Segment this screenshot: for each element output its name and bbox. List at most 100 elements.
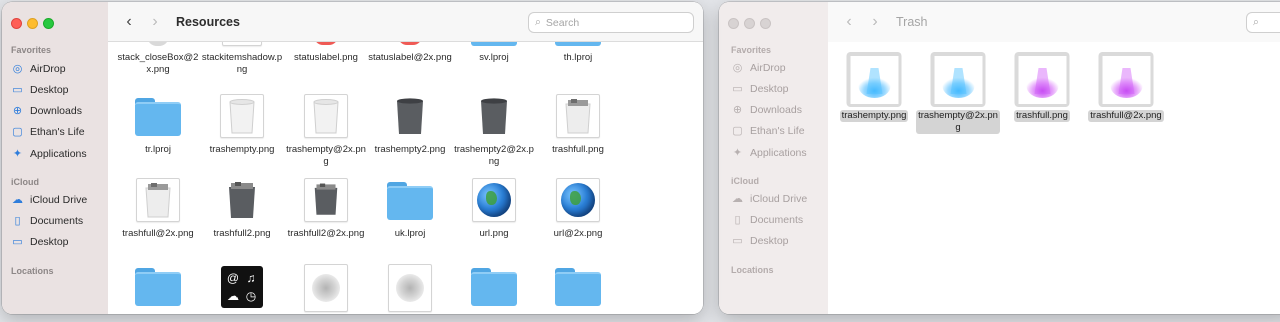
- file-browser: ‹ › Trash ⌕ trashempty.png trashempty@2x…: [828, 2, 1280, 314]
- search-icon: ⌕: [1253, 16, 1259, 28]
- file-item[interactable]: statuslabel.png: [284, 42, 368, 86]
- file-item[interactable]: trashfull.png: [1000, 52, 1084, 132]
- folder-icon: [555, 42, 601, 46]
- file-item[interactable]: trashempty2@2x.png: [452, 94, 536, 167]
- file-name: tr.lproj: [145, 144, 171, 155]
- sidebar-item-label: iCloud Drive: [750, 192, 808, 205]
- close-button[interactable]: [728, 18, 739, 29]
- file-item[interactable]: trashempty.png: [832, 52, 916, 132]
- file-name: trashempty@2x.png: [916, 110, 1000, 134]
- sidebar-item-ethans-life[interactable]: ▢ Ethan's Life: [11, 125, 85, 139]
- folder-item[interactable]: sv.lproj: [452, 42, 536, 86]
- search-field[interactable]: ⌕: [1246, 12, 1280, 33]
- trash-empty-blue-icon: [846, 52, 902, 107]
- sidebar-item-ethans-life[interactable]: ▢ Ethan's Life: [731, 124, 805, 138]
- sidebar-item-documents[interactable]: ▯ Documents: [731, 213, 803, 227]
- folder-item[interactable]: uk.lproj: [368, 178, 452, 250]
- sidebar-item-desktop[interactable]: ▭ Desktop: [11, 83, 68, 97]
- globe-icon: [556, 178, 600, 222]
- forward-chevron-icon[interactable]: ›: [142, 13, 168, 31]
- sidebar-item-downloads[interactable]: ⊕ Downloads: [731, 103, 802, 117]
- file-item[interactable]: trashfull.png: [536, 94, 620, 166]
- file-item[interactable]: trashfull2@2x.png: [284, 178, 368, 250]
- file-item[interactable]: url.png: [452, 178, 536, 250]
- zoom-button[interactable]: [43, 18, 54, 29]
- window-controls: [728, 18, 771, 29]
- sidebar-item-desktop-icloud[interactable]: ▭ Desktop: [731, 234, 789, 248]
- file-item[interactable]: trashfull@2x.png: [116, 178, 200, 250]
- file-name: url@2x.png: [553, 228, 603, 239]
- finder-window-resources: Favorites ◎ AirDrop ▭ Desktop ⊕ Download…: [2, 2, 703, 314]
- sidebar-item-label: Ethan's Life: [750, 124, 805, 137]
- sidebar-item-airdrop[interactable]: ◎ AirDrop: [11, 62, 66, 76]
- file-item[interactable]: @ ♫ ☁ ◷: [200, 264, 284, 314]
- folder-item[interactable]: [452, 264, 536, 314]
- globe-icon: [472, 178, 516, 222]
- trash-full-dark-icon: [229, 182, 255, 218]
- file-item[interactable]: url@2x.png: [536, 178, 620, 250]
- file-name: statuslabel.png: [294, 52, 358, 63]
- trash-empty-icon: [220, 94, 264, 138]
- sidebar-item-icloud-drive[interactable]: ☁ iCloud Drive: [731, 192, 808, 206]
- cloud-icon: ☁: [12, 194, 23, 206]
- file-name: th.lproj: [563, 52, 593, 63]
- sidebar-item-label: iCloud Drive: [30, 193, 88, 206]
- folder-item[interactable]: th.lproj: [536, 42, 620, 86]
- sidebar-item-label: Desktop: [750, 234, 789, 247]
- file-item[interactable]: trashempty@2x.png: [916, 52, 1000, 134]
- file-name: sv.lproj: [479, 52, 509, 63]
- airdrop-icon: ◎: [732, 62, 743, 74]
- minimize-button[interactable]: [744, 18, 755, 29]
- sidebar-item-applications[interactable]: ✦ Applications: [11, 147, 87, 161]
- file-name: trashfull2@2x.png: [287, 228, 365, 239]
- sidebar-item-label: AirDrop: [30, 62, 66, 75]
- folder-item[interactable]: [536, 264, 620, 314]
- sidebar-item-label: AirDrop: [750, 61, 786, 74]
- blurred-image-icon: [388, 264, 432, 312]
- file-item[interactable]: stack_closeBox@2x.png: [116, 42, 200, 86]
- forward-chevron-icon[interactable]: ›: [862, 13, 888, 31]
- search-field[interactable]: ⌕ Search: [528, 12, 694, 33]
- at-symbol: @: [226, 271, 240, 285]
- file-item[interactable]: [368, 264, 452, 314]
- trash-empty-blue-icon: [930, 52, 986, 107]
- clock-icon: ◷: [245, 289, 257, 303]
- folder-icon: ▢: [12, 126, 23, 138]
- close-button[interactable]: [11, 18, 22, 29]
- file-item[interactable]: trashempty2.png: [368, 94, 452, 166]
- folder-icon: [471, 42, 517, 46]
- music-note-icon: ♫: [246, 271, 256, 285]
- sidebar-item-desktop[interactable]: ▭ Desktop: [731, 82, 789, 96]
- sidebar-item-desktop-icloud[interactable]: ▭ Desktop: [11, 235, 69, 249]
- file-item[interactable]: statuslabel@2x.png: [368, 42, 452, 86]
- sidebar-item-label: Ethan's Life: [30, 125, 85, 138]
- sidebar-section-favorites: Favorites: [731, 45, 772, 55]
- minimize-button[interactable]: [27, 18, 38, 29]
- zoom-button[interactable]: [760, 18, 771, 29]
- sidebar-item-label: Desktop: [30, 235, 69, 248]
- file-item[interactable]: trashempty.png: [200, 94, 284, 166]
- document-icon: ▯: [14, 215, 21, 227]
- file-item[interactable]: trashfull2.png: [200, 178, 284, 250]
- sidebar-item-label: Downloads: [30, 104, 82, 117]
- folder-item[interactable]: tr.lproj: [116, 94, 200, 166]
- file-item[interactable]: [284, 264, 368, 314]
- downloads-icon: ⊕: [732, 104, 743, 116]
- back-chevron-icon[interactable]: ‹: [836, 13, 862, 31]
- folder-item[interactable]: [116, 264, 200, 314]
- sidebar-item-documents[interactable]: ▯ Documents: [11, 214, 83, 228]
- file-item[interactable]: trashfull@2x.png: [1084, 52, 1168, 132]
- sidebar-item-label: Desktop: [750, 82, 789, 95]
- back-chevron-icon[interactable]: ‹: [116, 13, 142, 31]
- sidebar-item-icloud-drive[interactable]: ☁ iCloud Drive: [11, 193, 88, 207]
- toolbar: ‹ › Resources ⌕ Search: [108, 2, 703, 42]
- file-item[interactable]: trashempty@2x.png: [284, 94, 368, 167]
- sidebar-item-applications[interactable]: ✦ Applications: [731, 146, 807, 160]
- sidebar-item-downloads[interactable]: ⊕ Downloads: [11, 104, 82, 118]
- icon-grid: trashempty.png trashempty@2x.png trashfu…: [828, 42, 1280, 314]
- sidebar-item-airdrop[interactable]: ◎ AirDrop: [731, 61, 786, 75]
- file-item[interactable]: stackitemshadow.png: [200, 42, 284, 86]
- trash-full-icon: [136, 178, 180, 222]
- trash-full-dark-icon: [304, 178, 348, 222]
- shadow-image-icon: [222, 42, 262, 46]
